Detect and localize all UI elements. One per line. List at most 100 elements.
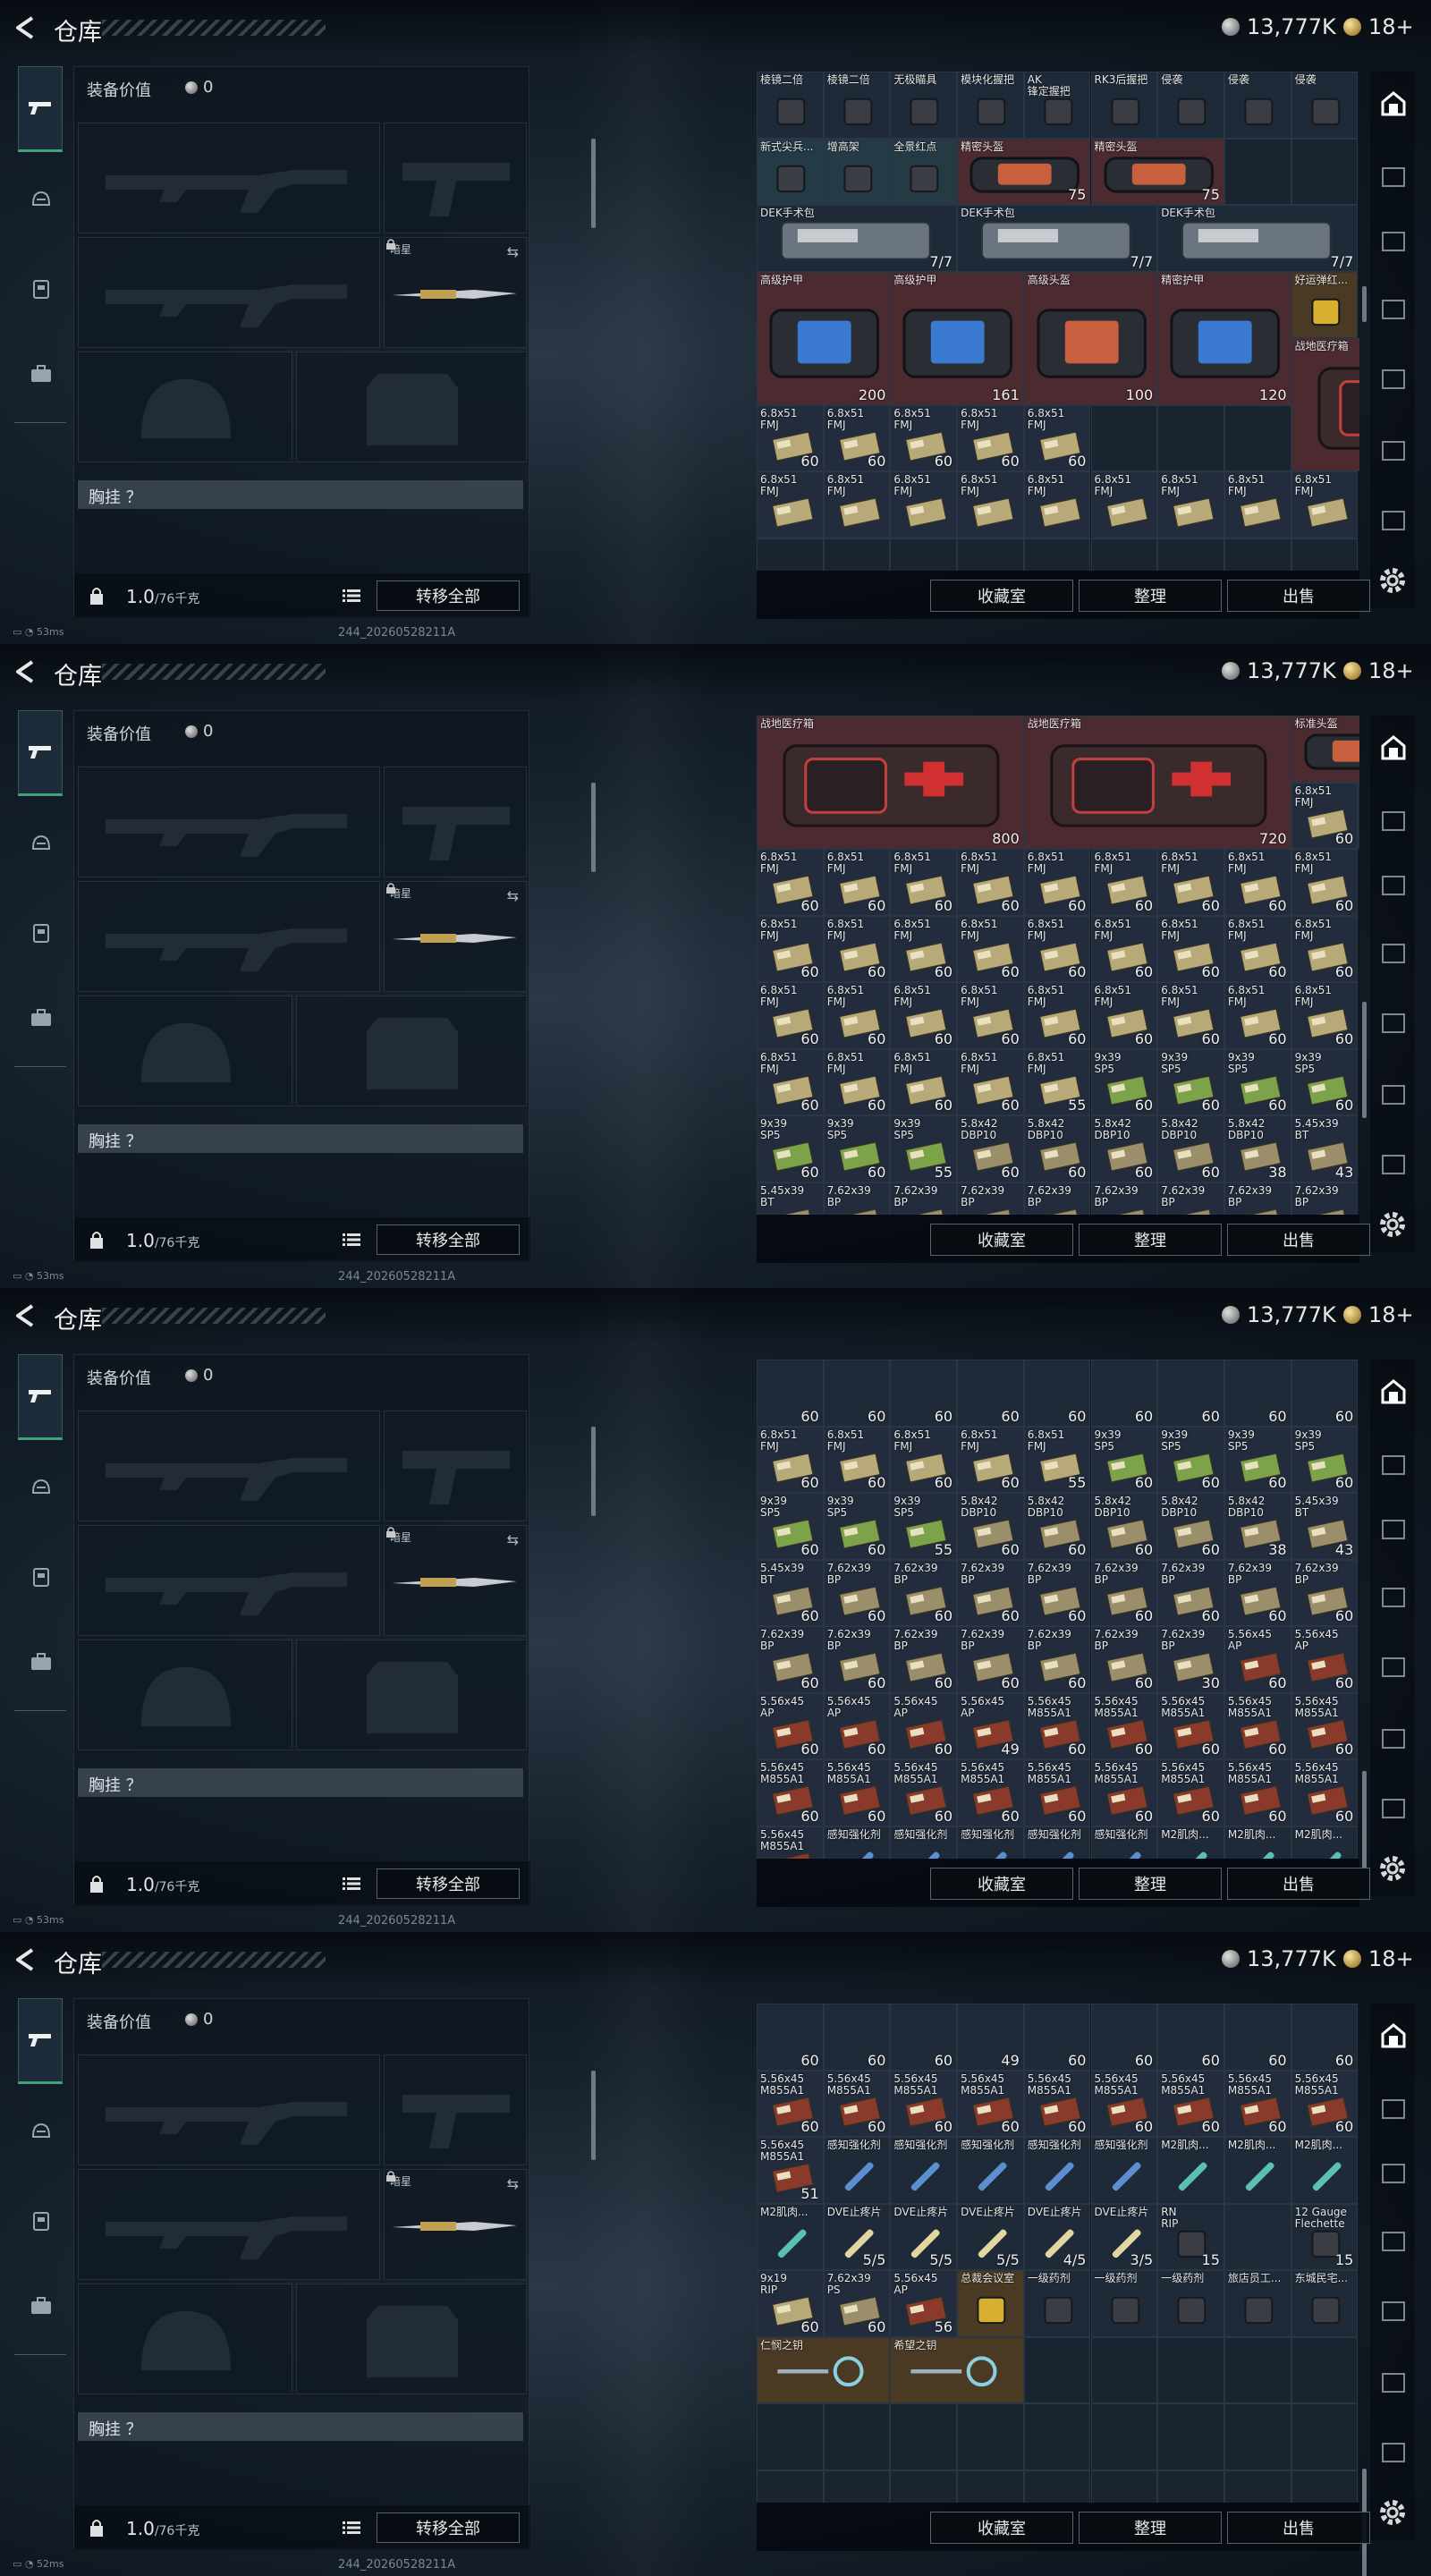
inventory-cell[interactable]: 6.8x51 FMJ60 <box>1224 849 1291 916</box>
inventory-cell[interactable]: 5.45x39 BT 60 <box>757 1559 824 1626</box>
inventory-cell[interactable]: 6.8x51 FMJ60 <box>823 982 891 1049</box>
empty-slot[interactable] <box>1224 2336 1291 2403</box>
inventory-cell[interactable]: 好运弹红... <box>1291 271 1359 338</box>
inventory-cell[interactable]: 6.8x51 FMJ60 <box>1090 915 1158 982</box>
inventory-cell[interactable]: 7.62x39 BP <box>823 1182 891 1215</box>
chest-rig-bar[interactable]: 胸挂 ？ <box>78 2412 523 2441</box>
nav-weapons[interactable] <box>18 1354 63 1440</box>
empty-slot[interactable] <box>890 2403 958 2470</box>
inventory-cell[interactable]: 6.8x51 FMJ60 <box>957 915 1024 982</box>
empty-slot[interactable] <box>1224 138 1291 205</box>
inventory-cell[interactable]: 东城民宅... <box>1291 2270 1359 2337</box>
inventory-cell[interactable]: 战地医疗箱800 <box>1291 338 1359 471</box>
inventory-cell[interactable]: 5.56x45 M855A1 60 <box>1090 2070 1158 2137</box>
inventory-cell[interactable]: 6.8x51 FMJ60 <box>957 1426 1024 1493</box>
storage-4-icon[interactable] <box>1379 1009 1408 1038</box>
chest-rig-bar[interactable]: 胸挂 ？ <box>78 1124 523 1153</box>
inventory-cell[interactable]: 60 <box>1291 2004 1359 2071</box>
inventory-cell[interactable]: 7.62x39 PS 60 <box>823 2270 891 2337</box>
inventory-cell[interactable]: 增高架 <box>823 138 891 205</box>
warehouse-icon[interactable] <box>1379 733 1408 762</box>
inventory-cell[interactable]: 7.62x39 BP <box>1157 1182 1224 1215</box>
helmet-slot[interactable] <box>78 1640 292 1750</box>
inventory-cell[interactable]: 6.8x51 FMJ60 <box>1358 782 1359 849</box>
inventory-cell[interactable]: 5.56x45 M855A1 60 <box>1224 2070 1291 2137</box>
inventory-cell[interactable]: 7.62x39 BP 60 <box>1090 1626 1158 1693</box>
inventory-cell[interactable]: 6.8x51 FMJ60 <box>1291 982 1359 1049</box>
storage-4-icon[interactable] <box>1379 2297 1408 2326</box>
inventory-cell[interactable]: 7.62x39 BP 60 <box>957 1626 1024 1693</box>
inventory-cell[interactable]: 7.62x39 BP 60 <box>957 1559 1024 1626</box>
inventory-cell[interactable]: 5.56x45 M855A1 60 <box>1157 1692 1224 1759</box>
empty-slot[interactable] <box>1090 2403 1158 2470</box>
transfer-all-button[interactable]: 转移全部 <box>377 1868 520 1899</box>
inventory-cell[interactable]: 6.8x51 FMJ <box>1224 471 1291 538</box>
inventory-cell[interactable]: 6.8x51 FMJ <box>1291 471 1359 538</box>
nav-weapons[interactable] <box>18 66 63 152</box>
empty-slot[interactable] <box>1023 2336 1091 2403</box>
inventory-cell[interactable]: 5.56x45 M855A1 60 <box>890 2070 958 2137</box>
inventory-scrollbar[interactable] <box>1362 1771 1367 1869</box>
inventory-cell[interactable]: 7.62x39 BP 60 <box>1023 1626 1091 1693</box>
inventory-cell[interactable]: 5.56x45 AP 49 <box>957 1692 1024 1759</box>
inventory-cell[interactable]: M2肌肉... <box>1224 2137 1291 2204</box>
inventory-cell[interactable]: 60 <box>1090 1360 1158 1427</box>
inventory-cell[interactable]: 6.8x51 FMJ60 <box>1224 982 1291 1049</box>
inventory-cell[interactable]: 精密护甲 120 <box>1157 271 1291 405</box>
inventory-cell[interactable]: 6.8x51 FMJ60 <box>957 1048 1024 1115</box>
helmet-slot[interactable] <box>78 2284 292 2394</box>
list-icon[interactable] <box>343 1233 360 1247</box>
empty-slot[interactable] <box>957 2470 1024 2503</box>
empty-slot[interactable] <box>1224 2403 1291 2470</box>
inventory-cell[interactable]: 战地医疗箱800 <box>757 716 1024 849</box>
inventory-cell[interactable]: 5.56x45 AP 60 <box>823 1692 891 1759</box>
pistol-slot[interactable] <box>384 123 527 233</box>
empty-slot[interactable] <box>1023 2470 1091 2503</box>
empty-slot[interactable] <box>1023 538 1091 571</box>
inventory-cell[interactable]: 新式尖兵... <box>757 138 824 205</box>
inventory-cell[interactable]: 6.8x51 FMJ60 <box>823 1048 891 1115</box>
inventory-cell[interactable]: 侵袭 <box>1224 72 1291 139</box>
inventory-cell[interactable]: 战地医疗箱 720 <box>1023 716 1291 849</box>
inventory-cell[interactable]: 5.8x42 DBP10 38 <box>1224 1115 1291 1182</box>
storage-4-icon[interactable] <box>1379 365 1408 394</box>
collection-button[interactable]: 收藏室 <box>930 580 1073 612</box>
storage-4-icon[interactable] <box>1379 1653 1408 1682</box>
helmet-slot[interactable] <box>78 352 292 462</box>
inventory-cell[interactable]: 5.56x45 AP 60 <box>1224 1626 1291 1693</box>
inventory-cell[interactable]: 7.62x39 BP 60 <box>823 1559 891 1626</box>
inventory-cell[interactable]: 6.8x51 FMJ 55 <box>1023 1048 1091 1115</box>
empty-slot[interactable] <box>1224 404 1291 471</box>
inventory-cell[interactable]: 9x39 SP5 60 <box>1090 1048 1158 1115</box>
storage-2-icon[interactable] <box>1379 2159 1408 2188</box>
secondary-weapon-slot[interactable] <box>78 881 380 992</box>
chest-rig-bar[interactable]: 胸挂 ？ <box>78 1768 523 1797</box>
storage-3-icon[interactable] <box>1379 2227 1408 2256</box>
inventory-cell[interactable]: 仁悯之钥 <box>757 2336 891 2403</box>
inventory-cell[interactable]: 高级头盔 100 <box>1023 271 1158 405</box>
inventory-cell[interactable]: 6.8x51 FMJ60 <box>1291 915 1359 982</box>
back-arrow-icon[interactable] <box>13 1946 39 1973</box>
inventory-cell[interactable]: 6.8x51 FMJ60 <box>1157 849 1224 916</box>
inventory-cell[interactable]: 5.56x45 AP 60 <box>757 1692 824 1759</box>
storage-6-icon[interactable] <box>1379 2438 1408 2467</box>
inventory-cell[interactable]: 6.8x51 FMJ60 <box>757 849 824 916</box>
inventory-cell[interactable]: 6.8x51 FMJ60 <box>823 915 891 982</box>
storage-5-icon[interactable] <box>1379 1724 1408 1753</box>
inventory-cell[interactable]: 6.8x51 FMJ60 <box>757 1048 824 1115</box>
gear-icon[interactable] <box>1377 1209 1408 1240</box>
inventory-cell[interactable]: 60 <box>1224 1360 1291 1427</box>
transfer-all-button[interactable]: 转移全部 <box>377 2512 520 2543</box>
inventory-cell[interactable]: DVE止疼片 5/5 <box>823 2203 891 2270</box>
inventory-cell[interactable]: DVE止疼片 4/5 <box>1023 2203 1091 2270</box>
inventory-cell[interactable]: 60 <box>890 1360 958 1427</box>
inventory-cell[interactable]: 60 <box>1291 1360 1359 1427</box>
inventory-cell[interactable]: 一级药剂 <box>1023 2270 1091 2337</box>
inventory-cell[interactable]: 5.56x45 M855A1 60 <box>1090 1692 1158 1759</box>
empty-slot[interactable] <box>757 538 824 571</box>
storage-5-icon[interactable] <box>1379 2368 1408 2397</box>
empty-slot[interactable] <box>1090 2470 1158 2503</box>
pistol-slot[interactable] <box>384 2055 527 2165</box>
inventory-cell[interactable]: 5.56x45 AP 56 <box>890 2270 958 2337</box>
inventory-cell[interactable]: 5.56x45 M855A1 60 <box>1224 1692 1291 1759</box>
